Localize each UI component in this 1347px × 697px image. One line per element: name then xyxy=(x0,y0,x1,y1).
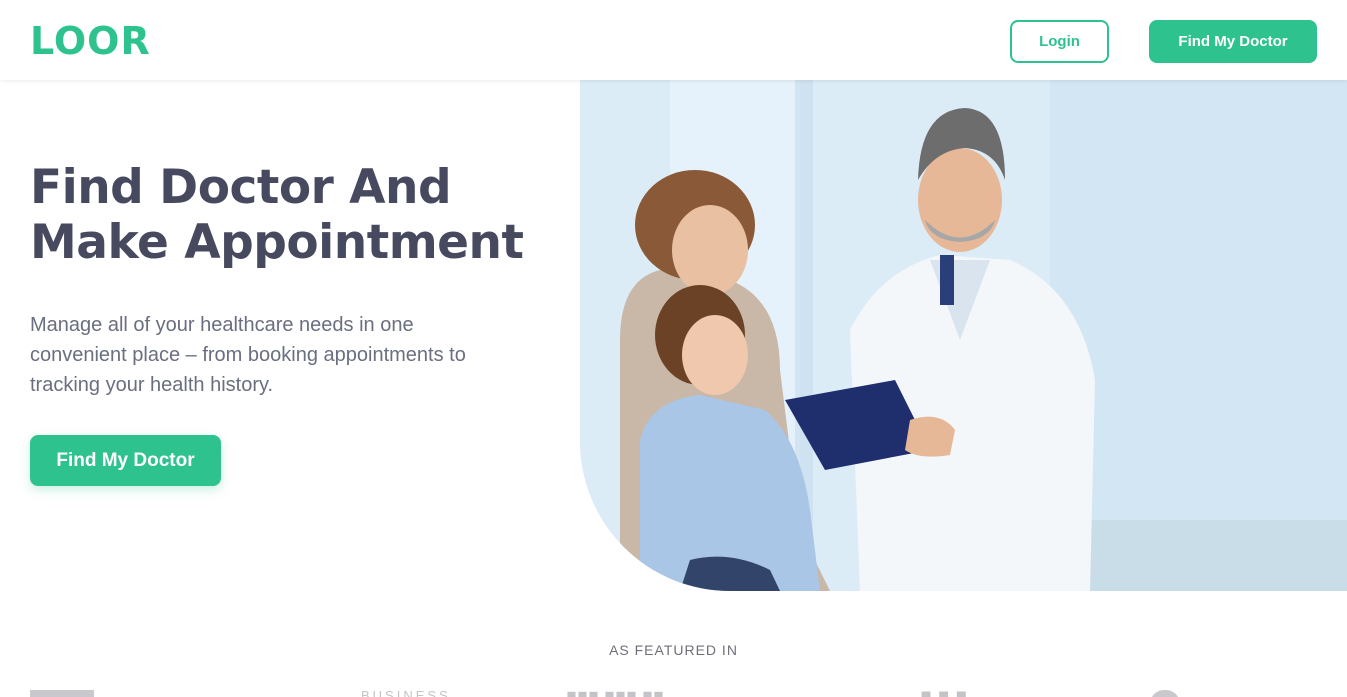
find-doctor-hero-button[interactable]: Find My Doctor xyxy=(30,435,221,486)
brand-logo-5 xyxy=(1150,690,1180,697)
featured-in-label: AS FEATURED IN xyxy=(609,642,738,658)
doctor-family-illustration xyxy=(580,80,1347,591)
brand-logo-3: ▮▮▮ ▮▮▮ ▮▮ xyxy=(566,686,664,697)
brand-logo-1 xyxy=(30,690,94,697)
hero-title-line-1: Find Doctor And xyxy=(30,160,452,215)
featured-brands-row: BUSINESS ▮▮▮ ▮▮▮ ▮▮ ▮ ▮ ▮ xyxy=(0,682,1347,697)
login-button[interactable]: Login xyxy=(1010,20,1109,63)
hero-photo xyxy=(580,80,1347,591)
hero-description: Manage all of your healthcare needs in o… xyxy=(30,314,466,396)
hero-title-line-2: Make Appointment xyxy=(30,215,524,270)
find-doctor-nav-button[interactable]: Find My Doctor xyxy=(1149,20,1317,63)
site-header: LOOR Login Find My Doctor xyxy=(0,0,1347,80)
brand-logo-business: BUSINESS xyxy=(361,688,451,697)
brand-logo-4: ▮ ▮ ▮ xyxy=(920,686,967,697)
logo[interactable]: LOOR xyxy=(30,20,151,62)
hero-title: Find Doctor And Make Appointment xyxy=(30,160,570,270)
